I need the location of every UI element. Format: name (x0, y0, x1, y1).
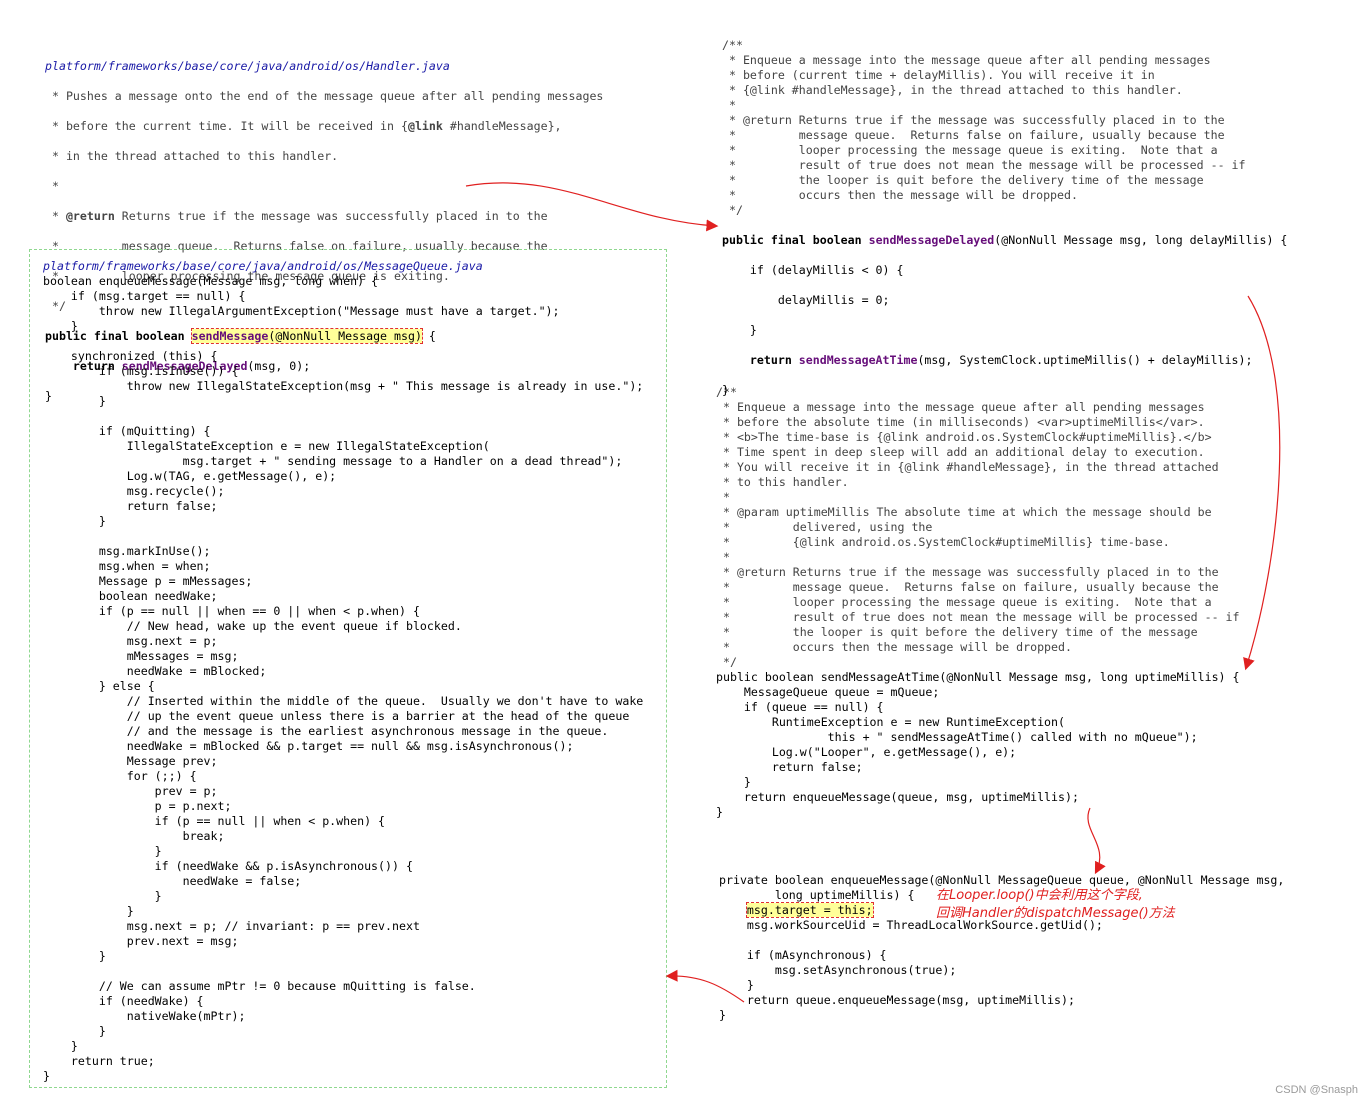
arrow-attime-to-enqueue (1087, 807, 1106, 875)
arrow-sendmessage-to-delayed (465, 182, 719, 232)
arrow-delayed-to-attime (1243, 295, 1281, 671)
flow-arrows (465, 182, 1281, 1003)
watermark: CSDN @Snasph (1275, 1084, 1358, 1096)
arrow-enqueue-to-messagequeue (665, 969, 745, 1003)
